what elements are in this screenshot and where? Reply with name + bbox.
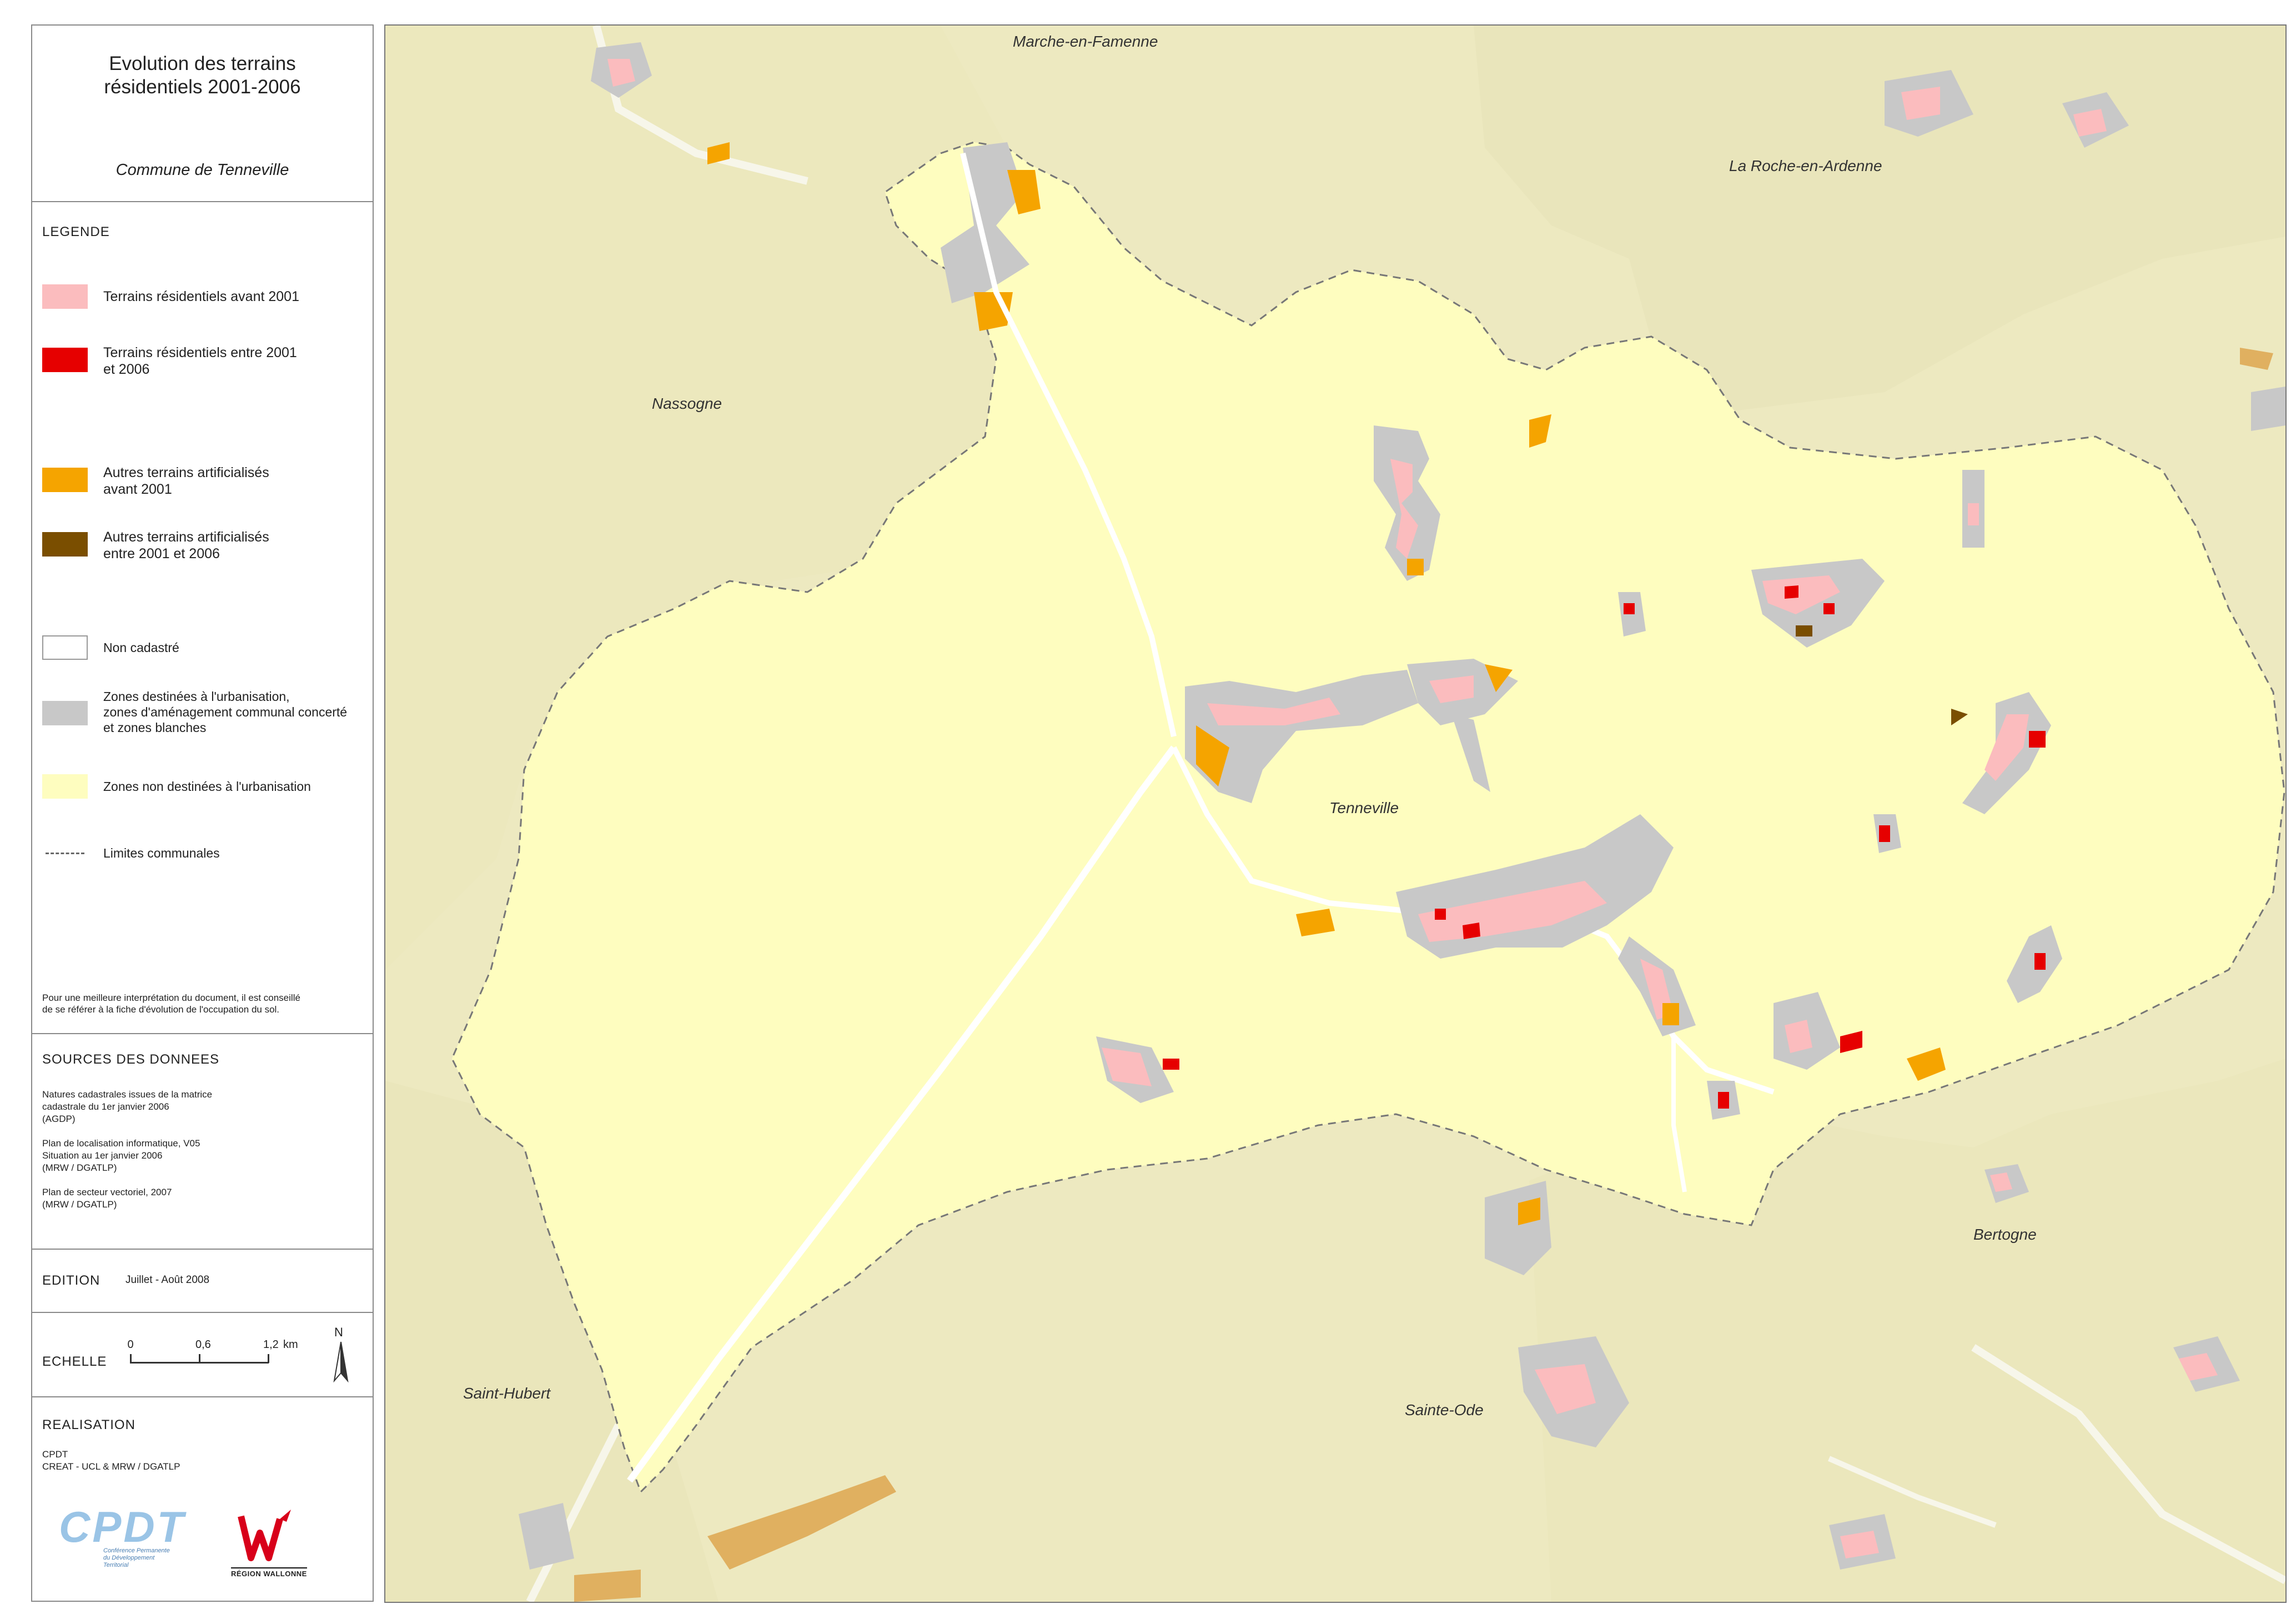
legend-label: Limites communales: [103, 846, 220, 860]
legend-label: Terrains résidentiels entre 2001 et 2006: [103, 345, 297, 377]
place-label: Nassogne: [652, 395, 722, 412]
north-arrow-icon: N: [328, 1325, 355, 1386]
edition-heading: EDITION: [42, 1273, 101, 1288]
legend-swatch: [42, 701, 88, 725]
map-canvas: Marche-en-Famenne La Roche-en-Ardenne Na…: [385, 26, 2285, 1602]
legend-label: Terrains résidentiels avant 2001: [103, 289, 299, 304]
title-panel: Evolution des terrains résidentiels 2001…: [31, 24, 374, 202]
place-label: Marche-en-Famenne: [1013, 33, 1158, 50]
sources-panel: SOURCES DES DONNEES Natures cadastrales …: [31, 1033, 374, 1250]
legend-label: Zones non destinées à l'urbanisation: [103, 779, 311, 794]
cpdt-logo: CPDT Conférence Permanente du Développem…: [59, 1502, 186, 1568]
sources-heading: SOURCES DES DONNEES: [42, 1052, 220, 1067]
region-wallonne-rooster-icon: [238, 1510, 291, 1561]
legend-label: Autres terrains artificialisés avant 200…: [103, 465, 269, 497]
legend-swatch: [42, 468, 88, 492]
map-title-line1: Evolution des terrains: [109, 53, 296, 74]
legend-label: Autres terrains artificialisés entre 200…: [103, 529, 269, 562]
legend-swatch: [42, 774, 88, 799]
legend-label: Non cadastré: [103, 640, 179, 655]
legend-swatch: [42, 284, 88, 309]
map-title-line2: résidentiels 2001-2006: [104, 76, 301, 98]
legend-swatch: [42, 841, 88, 865]
edition-date: Juillet - Août 2008: [125, 1274, 210, 1286]
realisation-heading: REALISATION: [42, 1417, 135, 1432]
place-label: Sainte-Ode: [1405, 1401, 1484, 1419]
legend-swatch: [42, 635, 88, 660]
place-label: La Roche-en-Ardenne: [1729, 157, 1882, 174]
scale-panel: ECHELLE 0 0,6 1,2 km N: [31, 1312, 374, 1397]
scale-heading: ECHELLE: [42, 1354, 107, 1369]
legend-label: Zones destinées à l'urbanisation, zones …: [103, 689, 348, 735]
legend-panel: LEGENDE Terrains résidentiels avant 2001…: [31, 201, 374, 1034]
region-wallonne-logo: RÉGION WALLONNE: [224, 1505, 319, 1588]
legend-swatch: [42, 348, 88, 372]
edition-panel: EDITION Juillet - Août 2008: [31, 1249, 374, 1313]
legend-heading: LEGENDE: [42, 224, 110, 239]
commune-name: Commune de Tenneville: [115, 161, 289, 179]
scale-bar: 0 0,6 1,2 km: [128, 1339, 298, 1364]
realisation-text: CPDT CREAT - UCL & MRW / DGATLP: [42, 1449, 180, 1472]
place-label: Bertogne: [1973, 1226, 2037, 1243]
legend-swatch: [42, 532, 88, 557]
place-label: Saint-Hubert: [463, 1385, 551, 1402]
map-area[interactable]: Marche-en-Famenne La Roche-en-Ardenne Na…: [384, 24, 2287, 1603]
sources-text: Natures cadastrales issues de la matrice…: [42, 1089, 213, 1210]
place-label: Tenneville: [1329, 799, 1399, 816]
realisation-panel: REALISATION CPDT CREAT - UCL & MRW / DGA…: [31, 1396, 374, 1602]
legend-note: Pour une meilleure interprétation du doc…: [42, 993, 300, 1015]
